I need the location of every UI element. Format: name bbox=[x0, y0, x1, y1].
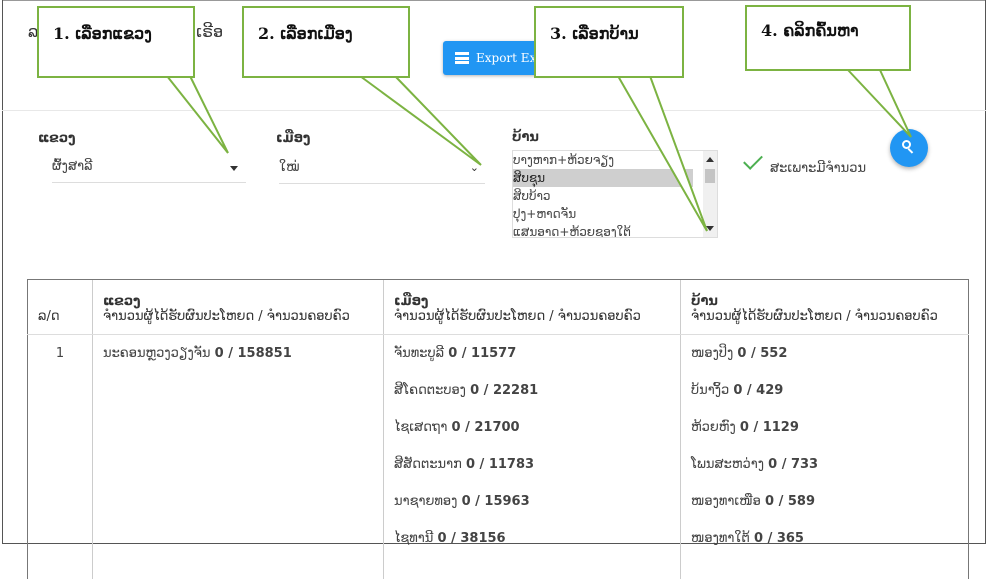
village-entry: ໂພນສະຫວ່າງ 0 / 733 bbox=[691, 457, 958, 494]
village-name: ໜອງທາໃຕ້ bbox=[691, 531, 750, 546]
scroll-down-arrow-icon[interactable] bbox=[706, 226, 714, 231]
village-count: 0 / 429 bbox=[733, 383, 783, 398]
district-count: 0 / 11783 bbox=[466, 457, 534, 472]
village-name: ໂພນສະຫວ່າງ bbox=[691, 457, 764, 472]
callout-2-label: 2. ເລືອກເມືອງ bbox=[258, 24, 353, 43]
village-count: 0 / 365 bbox=[754, 531, 804, 546]
header-divider bbox=[2, 110, 986, 111]
district-entry: ສີສັດຕະນາກ 0 / 11783 bbox=[394, 457, 670, 494]
village-option[interactable]: ແສນອາດ+ຫ້ວຍຊອງໃຕ້ bbox=[513, 223, 693, 238]
district-count: 0 / 22281 bbox=[470, 383, 538, 398]
province-select-value: ຜົ້ງສາລີ bbox=[52, 159, 93, 174]
village-name: ໜອງປິງ bbox=[691, 346, 733, 361]
district-entry: ໄຊທານີ 0 / 38156 bbox=[394, 531, 670, 568]
village-option[interactable]: ບາງຫາກ+ຫ້ວຍຈຽງ bbox=[513, 151, 693, 169]
results-table: ລ/ດ ແຂວງ ຈຳນວນຜູ້ໄດ້ຮັບຜົນປະໂຫຍດ / ຈຳນວນ… bbox=[27, 279, 969, 579]
district-entry: ໄຊເສດຖາ 0 / 21700 bbox=[394, 420, 670, 457]
district-select-value: ໃໝ່ bbox=[279, 160, 299, 175]
callout-4-label: 4. ຄລິກຄົ້ນຫາ bbox=[761, 21, 859, 40]
header-province: ແຂວງ ຈຳນວນຜູ້ໄດ້ຮັບຜົນປະໂຫຍດ / ຈຳນວນຄອບຄ… bbox=[93, 280, 384, 335]
table-icon bbox=[455, 52, 469, 64]
village-count: 0 / 589 bbox=[765, 494, 815, 509]
header-district: ເມືອງ ຈຳນວນຜູ້ໄດ້ຮັບຜົນປະໂຫຍດ / ຈຳນວນຄອບ… bbox=[384, 280, 681, 335]
district-select[interactable]: ໃໝ່ ⌄ bbox=[279, 158, 485, 184]
header-village-subtitle: ຈຳນວນຜູ້ໄດ້ຮັບຜົນປະໂຫຍດ / ຈຳນວນຄອບຄົວ bbox=[691, 309, 960, 324]
search-button[interactable] bbox=[890, 129, 928, 167]
header-province-subtitle: ຈຳນວນຜູ້ໄດ້ຮັບຜົນປະໂຫຍດ / ຈຳນວນຄອບຄົວ bbox=[103, 309, 375, 324]
district-name: ສີໂຄດຕະບອງ bbox=[394, 383, 466, 398]
province-label: ແຂວງ bbox=[38, 131, 76, 146]
callout-select-province: 1. ເລືອກແຂວງ bbox=[37, 6, 195, 78]
village-name: ໜອງທາເໜືອ bbox=[691, 494, 761, 509]
district-count: 0 / 21700 bbox=[452, 420, 520, 435]
province-name: ນະຄອນຫຼວງວຽງຈັນ bbox=[103, 346, 211, 361]
district-count: 0 / 38156 bbox=[438, 531, 506, 546]
district-name: ໄຊເສດຖາ bbox=[394, 420, 447, 435]
caret-down-icon bbox=[230, 166, 238, 171]
village-name: ຫ້ວຍຫົງ bbox=[691, 420, 736, 435]
province-select[interactable]: ຜົ້ງສາລີ bbox=[52, 157, 246, 183]
header-province-title: ແຂວງ bbox=[103, 294, 375, 309]
search-icon-handle bbox=[908, 148, 914, 154]
callout-1-label: 1. ເລືອກແຂວງ bbox=[53, 24, 152, 43]
province-entry: ນະຄອນຫຼວງວຽງຈັນ 0 / 158851 bbox=[103, 346, 373, 383]
search-icon bbox=[902, 140, 911, 149]
header-village: ບ້ານ ຈຳນວນຜູ້ໄດ້ຮັບຜົນປະໂຫຍດ / ຈຳນວນຄອບຄ… bbox=[681, 280, 969, 335]
district-name: ສີສັດຕະນາກ bbox=[394, 457, 462, 472]
village-label: ບ້ານ bbox=[512, 130, 539, 145]
village-name: ບ້ນາງິ້ວ bbox=[691, 383, 729, 398]
only-with-count-checkbox[interactable]: ສະເພາະມີຈຳນວນ bbox=[748, 154, 866, 176]
header-index-label: ລ/ດ bbox=[38, 309, 84, 324]
province-cell: ນະຄອນຫຼວງວຽງຈັນ 0 / 158851 bbox=[93, 335, 384, 579]
village-listbox[interactable]: ບາງຫາກ+ຫ້ວຍຈຽງ ສິບຊຸນ ສິບບ້າວ ປຸງ+ຫາດຈັນ… bbox=[512, 150, 718, 238]
table-row: 1 ນະຄອນຫຼວງວຽງຈັນ 0 / 158851 ຈັນທະບູລີ 0… bbox=[28, 335, 969, 579]
village-entry: ໜອງທາເໜືອ 0 / 589 bbox=[691, 494, 958, 531]
village-count: 0 / 733 bbox=[768, 457, 818, 472]
export-excel-label: Export Exc bbox=[476, 51, 543, 65]
header-district-subtitle: ຈຳນວນຜູ້ໄດ້ຮັບຜົນປະໂຫຍດ / ຈຳນວນຄອບຄົວ bbox=[394, 309, 672, 324]
village-entry: ບ້ນາງິ້ວ 0 / 429 bbox=[691, 383, 958, 420]
village-option[interactable]: ປຸງ+ຫາດຈັນ bbox=[513, 205, 693, 223]
village-entry: ໜອງທາໃຕ້ 0 / 365 bbox=[691, 531, 958, 568]
header-index: ລ/ດ bbox=[28, 280, 93, 335]
district-count: 0 / 15963 bbox=[462, 494, 530, 509]
district-name: ນາຊາຍທອງ bbox=[394, 494, 457, 509]
province-count: 0 / 158851 bbox=[215, 346, 292, 361]
header-district-title: ເມືອງ bbox=[394, 294, 672, 309]
callout-click-search: 4. ຄລິກຄົ້ນຫາ bbox=[745, 5, 911, 71]
village-option[interactable]: ສິບບ້າວ bbox=[513, 187, 693, 205]
district-cell: ຈັນທະບູລີ 0 / 11577 ສີໂຄດຕະບອງ 0 / 22281… bbox=[384, 335, 681, 579]
village-entry: ໜອງປິງ 0 / 552 bbox=[691, 346, 958, 383]
district-name: ຈັນທະບູລີ bbox=[394, 346, 444, 361]
district-name: ໄຊທານີ bbox=[394, 531, 433, 546]
district-entry: ນາຊາຍທອງ 0 / 15963 bbox=[394, 494, 670, 531]
callout-select-district: 2. ເລືອກເມືອງ bbox=[242, 6, 410, 78]
scrollbar-thumb[interactable] bbox=[705, 169, 715, 183]
village-cell: ໜອງປິງ 0 / 552 ບ້ນາງິ້ວ 0 / 429 ຫ້ວຍຫົງ … bbox=[681, 335, 969, 579]
table-header-row: ລ/ດ ແຂວງ ຈຳນວນຜູ້ໄດ້ຮັບຜົນປະໂຫຍດ / ຈຳນວນ… bbox=[28, 280, 969, 335]
district-entry: ຈັນທະບູລີ 0 / 11577 bbox=[394, 346, 670, 383]
listbox-scrollbar[interactable] bbox=[703, 151, 717, 237]
callout-select-village: 3. ເລືອກບ້ານ bbox=[534, 6, 684, 78]
village-entry: ຫ້ວຍຫົງ 0 / 1129 bbox=[691, 420, 958, 457]
scroll-up-arrow-icon[interactable] bbox=[706, 157, 714, 162]
header-village-title: ບ້ານ bbox=[691, 294, 960, 309]
district-entry: ສີໂຄດຕະບອງ 0 / 22281 bbox=[394, 383, 670, 420]
district-label: ເມືອງ bbox=[276, 131, 310, 146]
only-with-count-label: ສະເພາະມີຈຳນວນ bbox=[770, 161, 866, 176]
chevron-down-icon: ⌄ bbox=[470, 161, 479, 174]
village-option-selected[interactable]: ສິບຊຸນ bbox=[513, 169, 693, 187]
district-count: 0 / 11577 bbox=[448, 346, 516, 361]
village-count: 0 / 552 bbox=[737, 346, 787, 361]
callout-3-label: 3. ເລືອກບ້ານ bbox=[550, 24, 639, 43]
row-index: 1 bbox=[28, 335, 93, 579]
village-count: 0 / 1129 bbox=[740, 420, 799, 435]
